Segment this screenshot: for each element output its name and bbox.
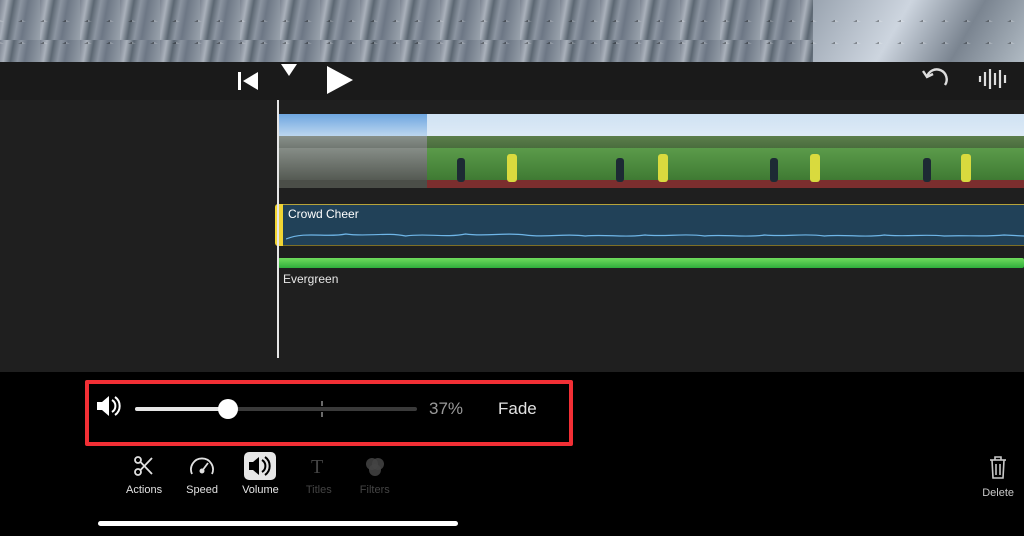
home-indicator[interactable] — [98, 521, 458, 526]
timeline[interactable]: Crowd Cheer Evergreen — [0, 100, 1024, 372]
skip-to-start-button[interactable] — [238, 72, 258, 95]
playhead-marker[interactable] — [281, 64, 297, 76]
video-clip[interactable] — [278, 114, 427, 188]
video-clip[interactable] — [576, 114, 725, 188]
waveform-icon — [978, 67, 1008, 91]
preview-area-right — [813, 0, 1024, 62]
playhead-line[interactable] — [277, 100, 279, 358]
volume-percent-label: 37% — [429, 399, 463, 419]
tool-label: Filters — [360, 484, 390, 496]
video-clip[interactable] — [427, 114, 576, 188]
fade-button[interactable]: Fade — [498, 399, 537, 419]
edit-toolbar: Actions Speed Volume T Titles — [126, 452, 391, 496]
volume-slider[interactable] — [135, 407, 417, 411]
scissors-icon — [128, 452, 160, 480]
transport-bar — [0, 62, 1024, 100]
tool-speed[interactable]: Speed — [186, 452, 218, 496]
tool-label: Volume — [242, 484, 279, 496]
speedometer-icon — [186, 452, 218, 480]
skip-back-icon — [238, 72, 258, 90]
filters-icon — [359, 452, 391, 480]
volume-icon — [97, 395, 123, 422]
volume-icon — [244, 452, 276, 480]
tool-label: Titles — [306, 484, 332, 496]
volume-slider-thumb[interactable] — [218, 399, 238, 419]
tool-filters: Filters — [359, 452, 391, 496]
audio-track-1[interactable]: Crowd Cheer — [278, 204, 1024, 246]
audio-clip-title: Crowd Cheer — [288, 207, 359, 221]
volume-slider-fill — [135, 407, 228, 411]
undo-icon — [921, 67, 949, 91]
video-track[interactable] — [278, 114, 1024, 188]
delete-button[interactable]: Delete — [982, 454, 1014, 499]
play-button[interactable] — [327, 66, 353, 99]
delete-label: Delete — [982, 487, 1014, 499]
tool-label: Actions — [126, 484, 162, 496]
video-clip[interactable] — [875, 114, 1024, 188]
titles-icon: T — [303, 452, 335, 480]
audio-waveform-button[interactable] — [978, 67, 1008, 96]
trash-icon — [982, 454, 1014, 483]
audio-waveform — [286, 229, 1024, 241]
play-icon — [327, 66, 353, 94]
tool-label: Speed — [186, 484, 218, 496]
undo-button[interactable] — [921, 67, 949, 96]
svg-text:T: T — [311, 456, 323, 477]
audio-clip-title: Evergreen — [283, 272, 338, 286]
tool-volume[interactable]: Volume — [242, 452, 279, 496]
tool-titles: T Titles — [303, 452, 335, 496]
video-clip[interactable] — [726, 114, 875, 188]
audio-track-2[interactable] — [278, 258, 1024, 268]
tool-actions[interactable]: Actions — [126, 452, 162, 496]
